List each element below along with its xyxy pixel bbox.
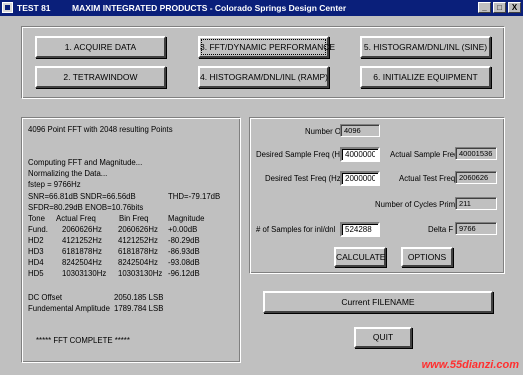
sfdr-enob-text: SFDR=80.29dB ENOB=10.76bits xyxy=(28,203,144,212)
tone-row-fund-actual: 2060626Hz xyxy=(62,225,102,234)
tetrawindow-button[interactable]: 2. TETRAWINDOW xyxy=(35,66,166,88)
col-header-actual-freq: Actual Freq xyxy=(56,214,96,223)
computing-text: Computing FFT and Magnitude... xyxy=(28,158,143,167)
actual-sample-freq-label: Actual Sample Freq xyxy=(390,150,459,159)
fft-results-panel: 4096 Point FFT with 2048 resulting Point… xyxy=(21,117,241,363)
sndr-text: SNDR=66.56dB xyxy=(80,192,136,201)
col-header-magnitude: Magnitude xyxy=(168,214,205,223)
tone-row-fund-tone: Fund. xyxy=(28,225,48,234)
fft-dynamic-performance-button[interactable]: 3. FFT/DYNAMIC PERFORMANCE xyxy=(198,36,335,58)
fft-header-text: 4096 Point FFT with 2048 resulting Point… xyxy=(28,125,173,134)
histogram-sine-button[interactable]: 5. HISTOGRAM/DNL/INL (SINE) xyxy=(360,36,491,58)
tone-row-hd2-tone: HD2 xyxy=(28,236,44,245)
actual-sample-freq-value: 40001536 xyxy=(455,147,497,160)
col-header-tone: Tone xyxy=(28,214,45,223)
fundamental-amplitude-label: Fundemental Amplitude xyxy=(28,304,110,313)
tone-row-fund-mag: +0.00dB xyxy=(168,225,198,234)
app-icon[interactable] xyxy=(2,2,13,13)
close-button[interactable]: X xyxy=(508,2,521,13)
quit-button[interactable]: QUIT xyxy=(354,327,412,348)
actual-test-freq-label: Actual Test Freq xyxy=(399,174,456,183)
tone-row-hd3-actual: 6181878Hz xyxy=(62,247,102,256)
samples-inl-dnl-input[interactable] xyxy=(340,222,380,237)
window-title: MAXIM INTEGRATED PRODUCTS - Colorado Spr… xyxy=(72,3,347,13)
dc-offset-label: DC Offset xyxy=(28,293,63,302)
thd-text: THD=-79.17dB xyxy=(168,192,221,201)
minimize-button[interactable]: _ xyxy=(478,2,491,13)
desired-test-freq-label: Desired Test Freq (Hz) xyxy=(265,174,344,183)
cycles-prime-label: Number of Cycles Prime xyxy=(375,200,460,209)
desired-sample-freq-input[interactable] xyxy=(340,147,380,162)
fstep-text: fstep = 9766Hz xyxy=(28,180,81,189)
tone-row-hd4-tone: HD4 xyxy=(28,258,44,267)
tone-row-hd2-bin: 4121252Hz xyxy=(118,236,158,245)
dc-offset-value: 2050.185 LSB xyxy=(114,293,164,302)
tone-row-hd2-actual: 4121252Hz xyxy=(62,236,102,245)
current-filename-button[interactable]: Current FILENAME xyxy=(263,291,493,313)
tone-row-hd3-bin: 6181878Hz xyxy=(118,247,158,256)
tone-row-hd5-bin: 10303130Hz xyxy=(118,269,163,278)
snr-text: SNR=66.81dB xyxy=(28,192,79,201)
tone-row-hd4-actual: 8242504Hz xyxy=(62,258,102,267)
delta-f-value: 9766 xyxy=(455,222,497,235)
tone-row-hd4-bin: 8242504Hz xyxy=(118,258,158,267)
normalizing-text: Normalizing the Data... xyxy=(28,169,108,178)
desired-sample-freq-label: Desired Sample Freq (Hz) xyxy=(256,150,347,159)
tone-row-hd3-tone: HD3 xyxy=(28,247,44,256)
actual-test-freq-value: 2060626 xyxy=(455,171,497,184)
calculate-button[interactable]: CALCULATE xyxy=(334,247,386,267)
delta-f-label: Delta F xyxy=(428,225,454,234)
initialize-equipment-button[interactable]: 6. INITIALIZE EQUIPMENT xyxy=(360,66,491,88)
desired-test-freq-input[interactable] xyxy=(340,171,380,186)
histogram-ramp-button[interactable]: 4. HISTOGRAM/DNL/INL (RAMP) xyxy=(198,66,329,88)
watermark: www.55dianzi.com xyxy=(421,359,519,371)
samples-inl-dnl-label: # of Samples for inl/dnl xyxy=(256,225,336,234)
tone-row-hd5-tone: HD5 xyxy=(28,269,44,278)
tone-row-hd3-mag: -86.93dB xyxy=(168,247,200,256)
number-of-points-value: 4096 xyxy=(340,124,380,137)
title-bar: TEST 81 MAXIM INTEGRATED PRODUCTS - Colo… xyxy=(0,0,523,16)
tone-row-fund-bin: 2060626Hz xyxy=(118,225,158,234)
window-title-test: TEST 81 xyxy=(17,3,51,13)
maximize-button[interactable]: □ xyxy=(493,2,506,13)
options-button[interactable]: OPTIONS xyxy=(401,247,453,267)
tone-row-hd5-actual: 10303130Hz xyxy=(62,269,107,278)
cycles-prime-value: 211 xyxy=(455,197,497,210)
col-header-bin-freq: Bin Freq xyxy=(119,214,149,223)
acquire-data-button[interactable]: 1. ACQUIRE DATA xyxy=(35,36,166,58)
fundamental-amplitude-value: 1789.784 LSB xyxy=(114,304,164,313)
tone-row-hd2-mag: -80.29dB xyxy=(168,236,200,245)
window-controls: _ □ X xyxy=(478,2,521,13)
tone-row-hd4-mag: -93.08dB xyxy=(168,258,200,267)
tone-row-hd5-mag: -96.12dB xyxy=(168,269,200,278)
fft-complete-status: ***** FFT COMPLETE ***** xyxy=(36,336,130,345)
